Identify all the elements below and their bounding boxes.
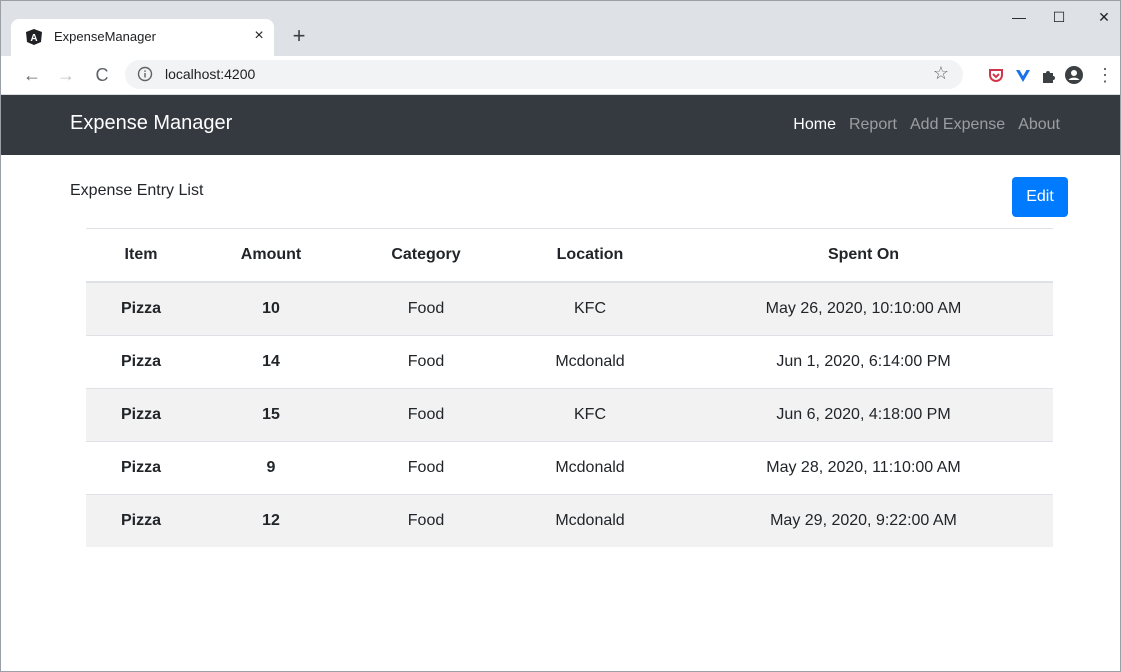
cell-category: Food xyxy=(346,494,506,547)
forward-button[interactable]: → xyxy=(53,62,79,88)
app-brand[interactable]: Expense Manager xyxy=(70,112,232,135)
browser-tab[interactable]: A ExpenseManager × xyxy=(11,19,274,56)
tab-title: ExpenseManager xyxy=(54,29,156,44)
table-row: Pizza 12 Food Mcdonald May 29, 2020, 9:2… xyxy=(86,494,1053,547)
tab-close-button[interactable]: × xyxy=(249,26,269,46)
table-row: Pizza 9 Food Mcdonald May 28, 2020, 11:1… xyxy=(86,441,1053,495)
nav-link-about[interactable]: About xyxy=(1018,116,1060,133)
info-icon[interactable] xyxy=(137,66,153,82)
edit-button[interactable]: Edit xyxy=(1012,177,1068,217)
nav-link-add-expense[interactable]: Add Expense xyxy=(910,116,1005,133)
cell-item: Pizza xyxy=(86,335,196,389)
nav-links: Home Report Add Expense About xyxy=(780,116,1060,134)
cell-amount: 9 xyxy=(196,441,346,495)
nav-link-home[interactable]: Home xyxy=(793,116,836,133)
cell-location: Mcdonald xyxy=(506,335,674,389)
star-icon[interactable]: ☆ xyxy=(933,63,949,84)
browser-toolbar: ← → C localhost:4200 ☆ ⋮ xyxy=(1,56,1120,95)
cell-category: Food xyxy=(346,441,506,495)
cell-spent-on: Jun 1, 2020, 6:14:00 PM xyxy=(674,335,1053,389)
url-text: localhost:4200 xyxy=(165,66,256,82)
cell-location: Mcdonald xyxy=(506,494,674,547)
close-window-button[interactable]: ✕ xyxy=(1081,9,1120,33)
cell-item: Pizza xyxy=(86,441,196,495)
cell-location: KFC xyxy=(506,388,674,442)
cell-item: Pizza xyxy=(86,388,196,442)
reload-button[interactable]: C xyxy=(89,62,115,88)
angular-favicon-icon: A xyxy=(25,28,43,46)
cell-spent-on: May 26, 2020, 10:10:00 AM xyxy=(674,281,1053,336)
pocket-icon[interactable] xyxy=(986,65,1006,85)
app-navbar: Expense Manager Home Report Add Expense Abo… xyxy=(1,95,1120,155)
address-bar[interactable]: localhost:4200 ☆ xyxy=(125,60,963,89)
expense-table: Item Amount Category Location Spent On P… xyxy=(86,228,1053,547)
cell-amount: 15 xyxy=(196,388,346,442)
table-row: Pizza 15 Food KFC Jun 6, 2020, 4:18:00 P… xyxy=(86,388,1053,442)
profile-icon[interactable] xyxy=(1064,65,1084,85)
cell-spent-on: May 29, 2020, 9:22:00 AM xyxy=(674,494,1053,547)
header-spent-on: Spent On xyxy=(674,228,1053,283)
cell-spent-on: May 28, 2020, 11:10:00 AM xyxy=(674,441,1053,495)
header-item: Item xyxy=(86,228,196,283)
cell-category: Food xyxy=(346,281,506,336)
vue-icon[interactable] xyxy=(1013,65,1033,85)
svg-text:A: A xyxy=(30,33,37,44)
table-header-row: Item Amount Category Location Spent On xyxy=(86,228,1053,283)
new-tab-button[interactable]: + xyxy=(287,24,311,48)
tab-strip: A ExpenseManager × + — ☐ ✕ xyxy=(1,1,1120,56)
cell-amount: 12 xyxy=(196,494,346,547)
browser-window: A ExpenseManager × + — ☐ ✕ ← → C localho… xyxy=(0,0,1121,672)
maximize-button[interactable]: ☐ xyxy=(1036,9,1082,33)
table-row: Pizza 10 Food KFC May 26, 2020, 10:10:00… xyxy=(86,281,1053,336)
table-row: Pizza 14 Food Mcdonald Jun 1, 2020, 6:14… xyxy=(86,335,1053,389)
nav-link-report[interactable]: Report xyxy=(849,116,897,133)
header-category: Category xyxy=(346,228,506,283)
cell-item: Pizza xyxy=(86,281,196,336)
browser-menu-icon[interactable]: ⋮ xyxy=(1095,65,1115,85)
cell-amount: 14 xyxy=(196,335,346,389)
cell-location: KFC xyxy=(506,281,674,336)
back-button[interactable]: ← xyxy=(19,62,45,88)
header-amount: Amount xyxy=(196,228,346,283)
extensions-icon[interactable] xyxy=(1039,65,1059,85)
cell-location: Mcdonald xyxy=(506,441,674,495)
cell-item: Pizza xyxy=(86,494,196,547)
header-location: Location xyxy=(506,228,674,283)
cell-category: Food xyxy=(346,388,506,442)
cell-amount: 10 xyxy=(196,281,346,336)
cell-spent-on: Jun 6, 2020, 4:18:00 PM xyxy=(674,388,1053,442)
page-title: Expense Entry List xyxy=(70,182,204,199)
cell-category: Food xyxy=(346,335,506,389)
